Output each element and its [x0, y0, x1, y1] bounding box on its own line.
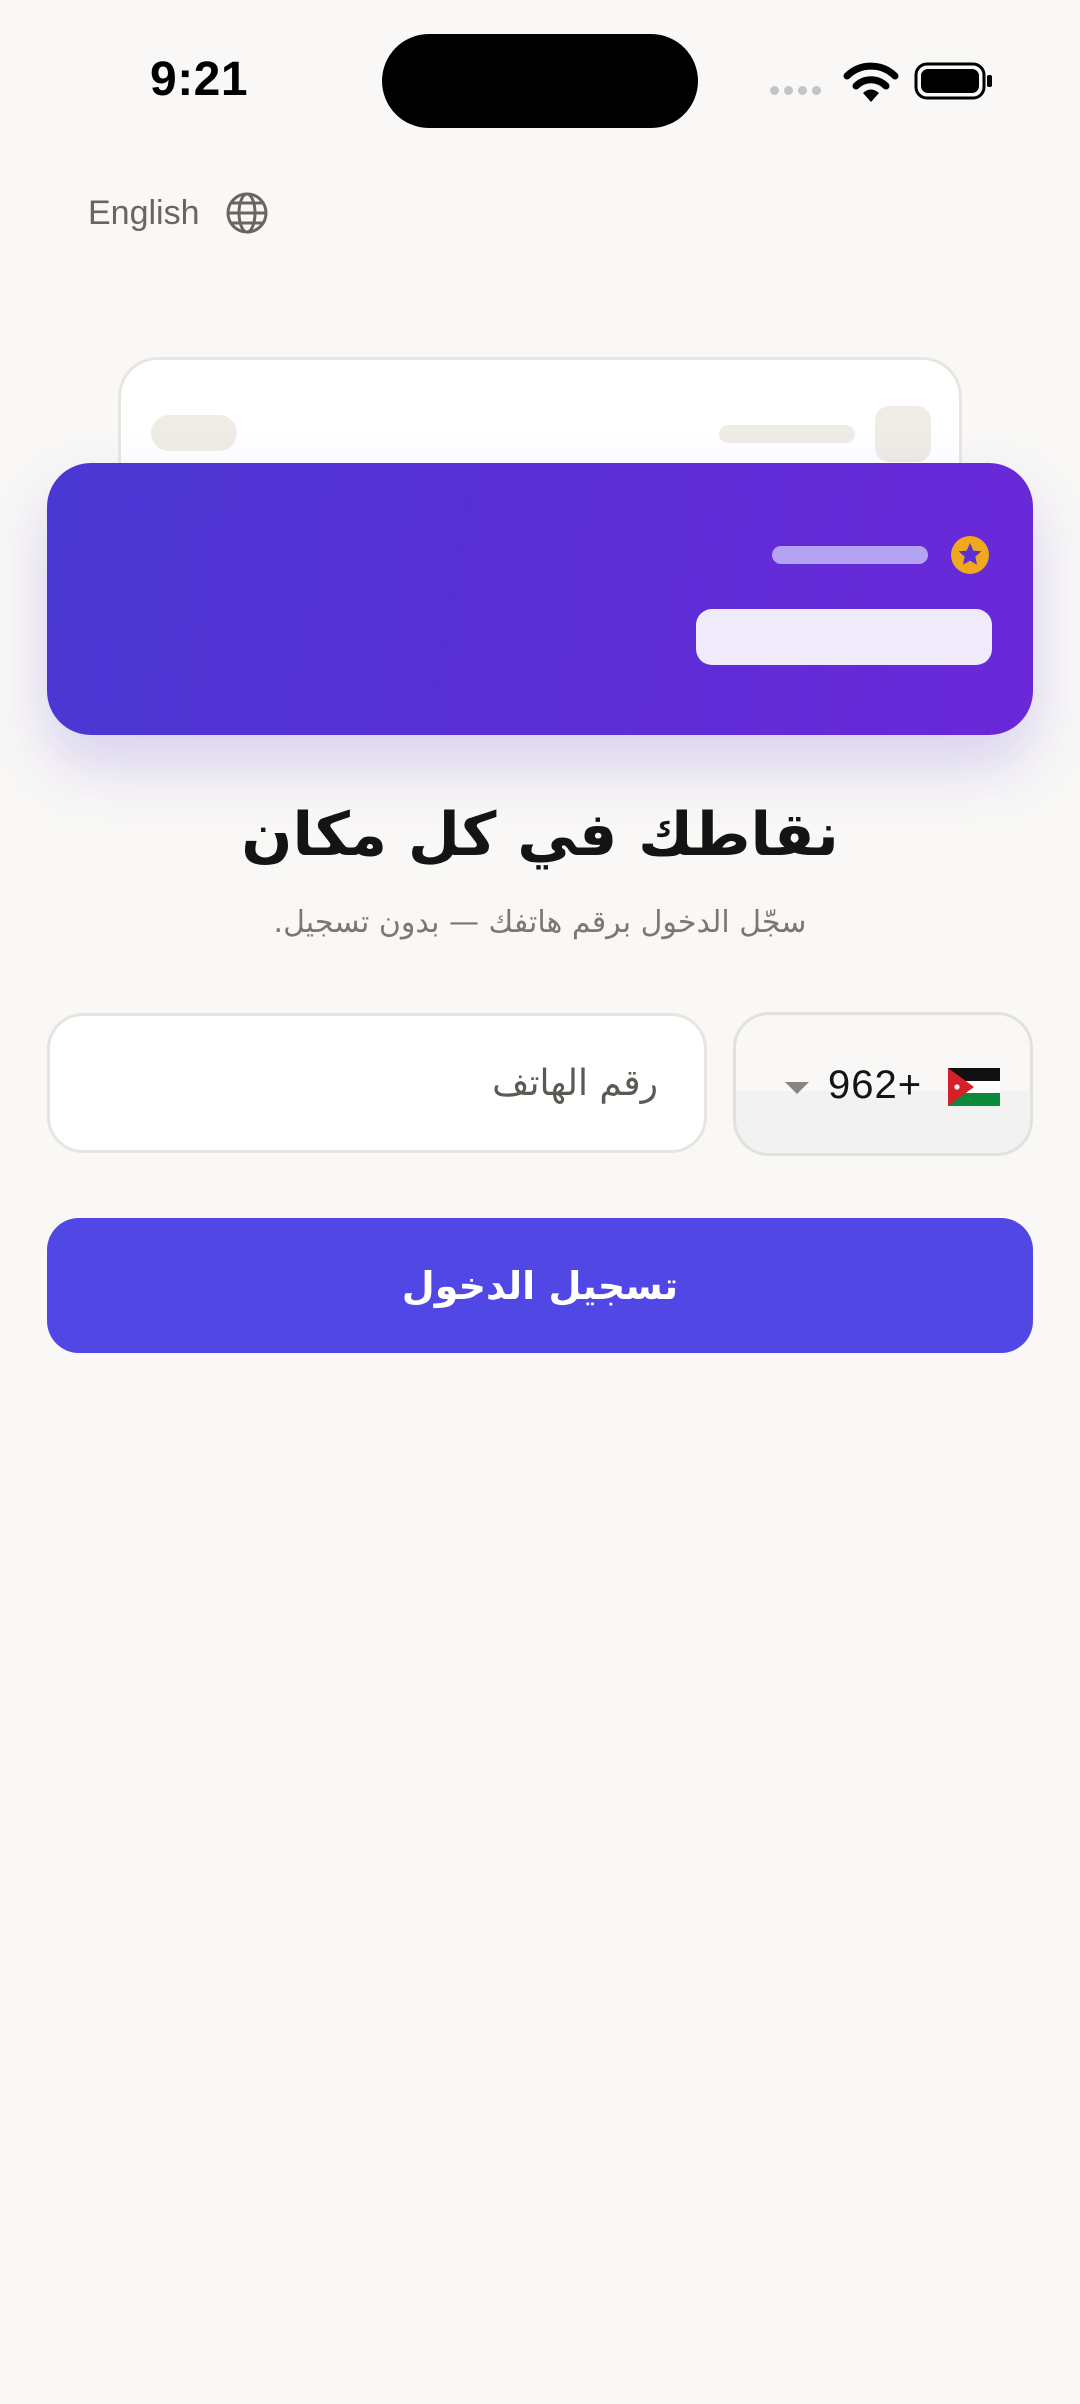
- login-screen: 9:21 English نقاطك في كل مكان سجّل الدخو…: [0, 0, 1080, 2404]
- status-time: 9:21: [150, 53, 249, 106]
- language-label: English: [88, 193, 200, 232]
- placeholder-square: [875, 406, 931, 462]
- phone-number-input[interactable]: [47, 1013, 707, 1153]
- page-subtitle: سجّل الدخول برقم هاتفك — بدون تسجيل.: [273, 905, 807, 940]
- placeholder-pill: [151, 415, 237, 451]
- loyalty-card-illustration: [47, 463, 1033, 735]
- card-value-placeholder: [696, 609, 992, 665]
- globe-icon: [226, 192, 268, 234]
- language-switch[interactable]: English: [88, 190, 270, 236]
- dial-code: 962+: [828, 1063, 923, 1107]
- card-title-placeholder: [772, 546, 928, 564]
- wifi-icon: [843, 62, 899, 102]
- placeholder-line: [719, 425, 855, 443]
- chevron-down-icon: [785, 1082, 809, 1094]
- page-title: نقاطك في كل مكان: [241, 800, 839, 870]
- country-code-picker[interactable]: 962+: [733, 1012, 1033, 1156]
- login-button[interactable]: تسجيل الدخول: [47, 1218, 1033, 1353]
- star-badge-icon: [951, 536, 989, 574]
- battery-icon: [914, 62, 992, 100]
- jordan-flag-icon: [948, 1068, 1000, 1106]
- dynamic-island: [382, 34, 698, 128]
- cellular-signal-icon: [770, 86, 821, 95]
